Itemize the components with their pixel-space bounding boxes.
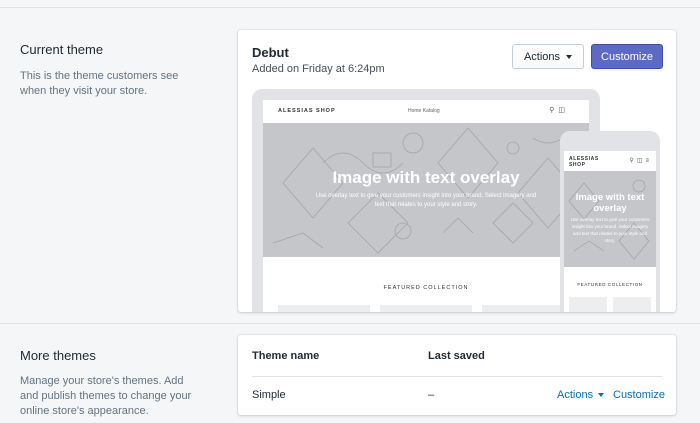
mobile-hero-text: Use overlay text to give your customers … xyxy=(570,217,650,243)
desktop-preview-screen: ALESSIAS SHOP Home Katalog ⚲◫ Image with… xyxy=(263,100,589,312)
theme-row-name: Simple xyxy=(252,389,286,401)
preview-nav: Home Katalog xyxy=(408,108,440,114)
hero-pattern xyxy=(272,127,579,254)
section-divider xyxy=(0,323,700,324)
actions-button[interactable]: Actions xyxy=(512,44,584,69)
mobile-shop-name: ALESSIAS SHOP xyxy=(569,156,599,168)
current-theme-card: Debut Added on Friday at 6:24pm Actions … xyxy=(238,30,676,312)
preview-hero-title: Image with text overlay xyxy=(332,168,520,187)
mobile-preview: ALESSIAS SHOP ⚲◫≡ Image with text overla… xyxy=(560,131,660,312)
current-theme-description: This is the theme customers see when the… xyxy=(20,70,179,97)
preview-product xyxy=(380,305,472,312)
preview-featured-heading: FEATURED COLLECTION xyxy=(383,285,469,291)
desktop-preview: ALESSIAS SHOP Home Katalog ⚲◫ Image with… xyxy=(252,89,600,312)
mobile-hero: Image with text overlay Use overlay text… xyxy=(564,171,656,267)
row-actions-label: Actions xyxy=(557,389,594,401)
column-header-theme-name: Theme name xyxy=(252,350,320,362)
current-theme-title: Current theme xyxy=(20,42,104,57)
search-icon: ⚲ xyxy=(549,107,559,114)
more-themes-title: More themes xyxy=(20,348,96,363)
more-themes-description: Manage your store's themes. Add and publ… xyxy=(20,375,192,417)
menu-icon: ≡ xyxy=(645,158,652,164)
row-actions-link[interactable]: Actions xyxy=(557,389,605,401)
preview-header: ALESSIAS SHOP Home Katalog ⚲◫ xyxy=(263,100,589,122)
theme-name: Debut xyxy=(252,45,289,60)
search-icon: ⚲ xyxy=(629,158,637,164)
preview-hero: Image with text overlay Use overlay text… xyxy=(263,123,589,257)
preview-shop-name: ALESSIAS SHOP xyxy=(278,108,336,114)
mobile-header-icons: ⚲◫≡ xyxy=(629,157,652,164)
row-customize-link[interactable]: Customize xyxy=(613,389,665,401)
mobile-product xyxy=(613,297,651,312)
mobile-preview-screen: ALESSIAS SHOP ⚲◫≡ Image with text overla… xyxy=(564,151,656,312)
cart-icon: ◫ xyxy=(558,107,569,114)
mobile-featured-heading: FEATURED COLLECTION xyxy=(577,282,643,287)
table-header-divider xyxy=(252,376,662,377)
preview-product xyxy=(278,305,370,312)
mobile-product xyxy=(569,297,607,312)
mobile-hero-title: Image with text overlay xyxy=(575,192,645,214)
chevron-down-icon xyxy=(566,54,573,59)
theme-added-date: Added on Friday at 6:24pm xyxy=(252,63,385,75)
theme-row-last-saved: – xyxy=(428,389,435,401)
customize-button[interactable]: Customize xyxy=(591,44,663,69)
preview-hero-text: Use overlay text to give your customers … xyxy=(315,193,537,208)
column-header-last-saved: Last saved xyxy=(428,350,485,362)
actions-label: Actions xyxy=(523,50,561,63)
top-divider xyxy=(0,7,700,8)
preview-header-icons: ⚲◫ xyxy=(549,106,569,114)
more-themes-card: Theme name Last saved Simple – Actions C… xyxy=(238,335,676,415)
chevron-down-icon xyxy=(598,393,605,397)
